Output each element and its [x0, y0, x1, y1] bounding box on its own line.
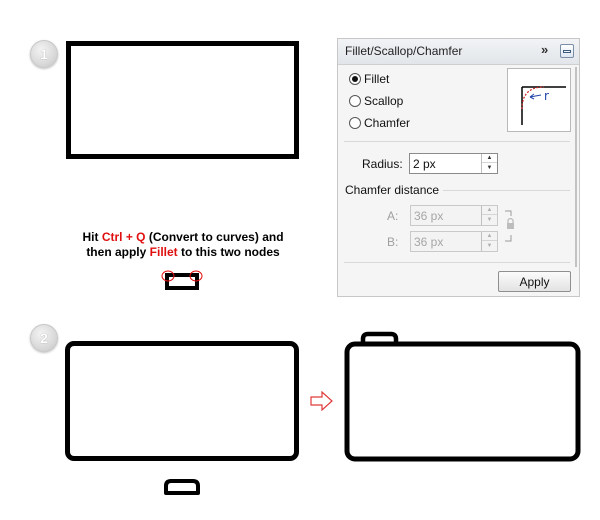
fillet-scallop-chamfer-panel: Fillet/Scallop/Chamfer » Fillet Scallop …: [337, 38, 580, 297]
chamfer-b-label: B:: [387, 235, 399, 249]
panel-header: Fillet/Scallop/Chamfer »: [338, 39, 579, 65]
chamfer-b-stepper[interactable]: 36 px ▲ ▼: [410, 231, 498, 252]
step-2-badge: 2: [30, 324, 58, 352]
panel-title: Fillet/Scallop/Chamfer: [345, 44, 463, 58]
right-arrow-icon: [310, 391, 333, 411]
step-1-number: 1: [40, 46, 48, 62]
sharp-rectangle: [66, 41, 299, 159]
fillet-preview-icon: [521, 86, 566, 125]
radius-label: Radius:: [362, 157, 403, 171]
chamfer-a-up-button[interactable]: ▲: [482, 206, 497, 215]
fillet-preview: r: [507, 68, 571, 132]
radio-fillet-indicator[interactable]: [349, 73, 361, 85]
combined-shape: [344, 331, 581, 462]
apply-separator: [344, 262, 570, 263]
chamfer-separator: [443, 190, 570, 191]
radio-scallop[interactable]: Scallop: [349, 93, 403, 109]
step-1-badge: 1: [30, 40, 58, 68]
radio-chamfer-indicator[interactable]: [349, 117, 361, 129]
radio-chamfer[interactable]: Chamfer: [349, 115, 410, 131]
radius-stepper[interactable]: 2 px ▲ ▼: [409, 153, 498, 174]
preview-r-label: r: [544, 89, 549, 103]
tab-nodes-illustration: [161, 270, 203, 290]
chamfer-a-down-button[interactable]: ▼: [482, 215, 497, 224]
chamfer-a-label: A:: [387, 209, 399, 223]
chamfer-distance-heading: Chamfer distance: [345, 183, 440, 197]
fillet-keyword: Fillet: [149, 245, 178, 259]
chamfer-b-down-button[interactable]: ▼: [482, 241, 497, 250]
radius-value[interactable]: 2 px: [413, 157, 436, 171]
radius-down-button[interactable]: ▼: [482, 163, 497, 172]
minimize-icon[interactable]: [560, 44, 574, 58]
chamfer-a-value[interactable]: 36 px: [414, 209, 443, 223]
chamfer-a-stepper[interactable]: 36 px ▲ ▼: [410, 205, 498, 226]
radio-scallop-indicator[interactable]: [349, 95, 361, 107]
expand-icon[interactable]: »: [541, 42, 548, 57]
chamfer-b-up-button[interactable]: ▲: [482, 232, 497, 241]
apply-button[interactable]: Apply: [498, 271, 571, 292]
radio-fillet[interactable]: Fillet: [349, 71, 389, 87]
instruction-text: Hit Ctrl + Q (Convert to curves) and the…: [82, 230, 284, 259]
lock-icon[interactable]: [503, 209, 519, 249]
shortcut-text: Ctrl + Q: [101, 230, 146, 244]
rounded-rectangle: [65, 341, 299, 461]
chamfer-b-value[interactable]: 36 px: [414, 235, 443, 249]
radius-up-button[interactable]: ▲: [482, 154, 497, 163]
detached-rounded-tab: [164, 479, 200, 495]
panel-scrollbar[interactable]: [575, 67, 577, 267]
step-2-number: 2: [40, 330, 48, 346]
panel-separator: [344, 141, 570, 142]
